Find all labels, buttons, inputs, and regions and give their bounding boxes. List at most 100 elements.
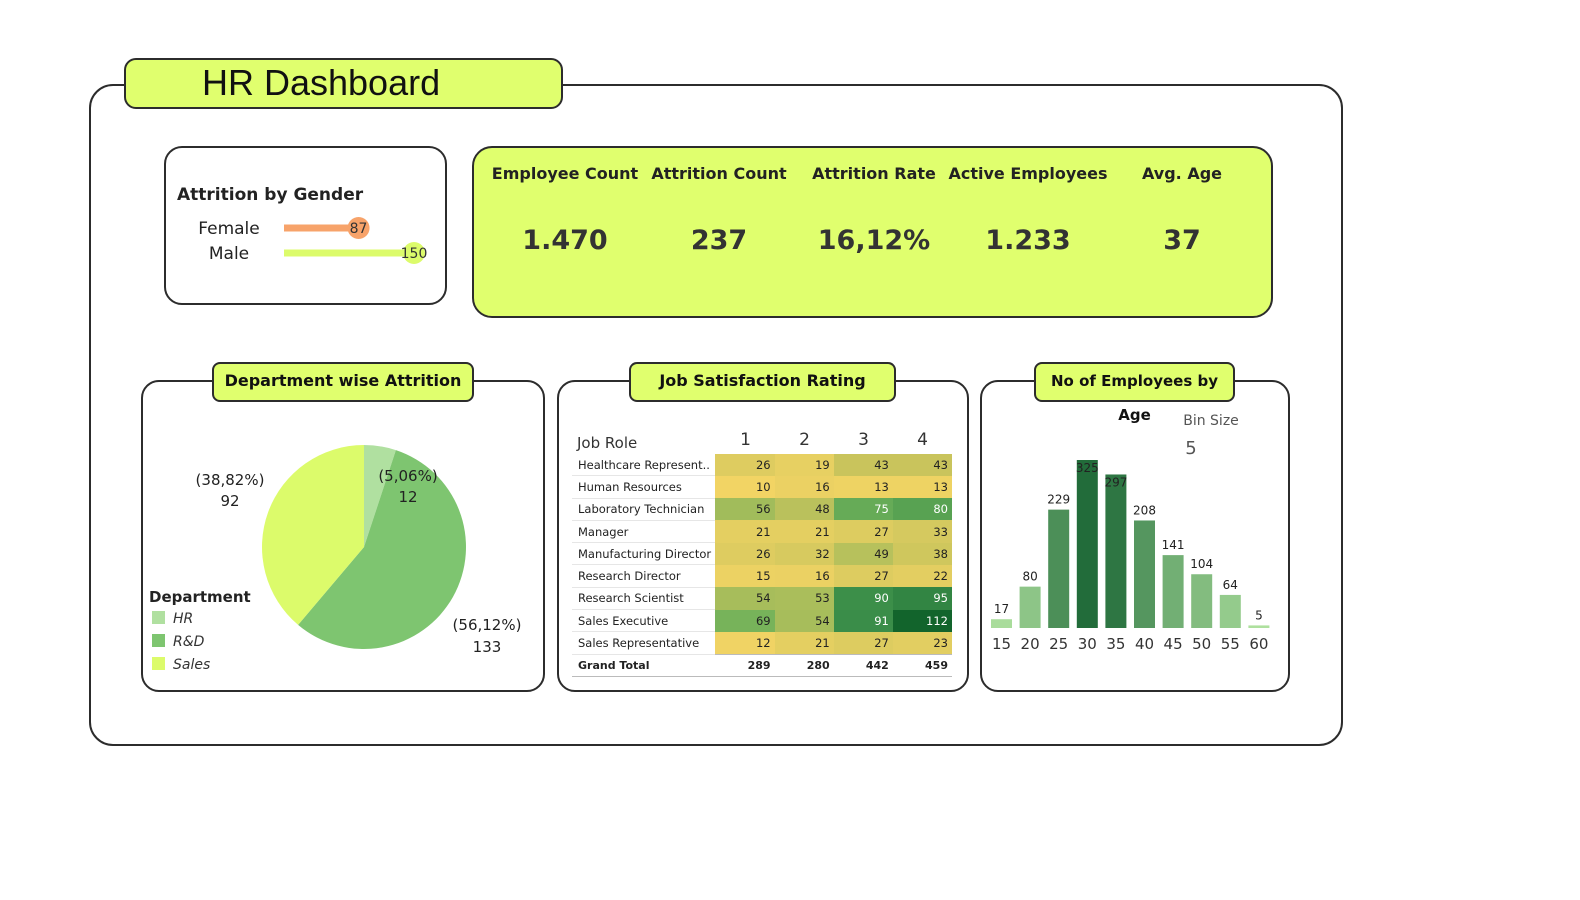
heatmap-row: Human Resources 10 16 13 13: [572, 475, 952, 499]
age-tick-label: 20: [1021, 635, 1040, 653]
heatmap-cell: 13: [833, 475, 893, 499]
grand-total-cell: 280: [774, 653, 834, 677]
gender-bar-chart: Attrition by Gender Female 87 Male 150: [177, 185, 428, 264]
kpi-attrition-rate: Attrition Rate 16,12%: [794, 164, 954, 256]
heatmap-cell: 112: [892, 609, 952, 632]
heatmap-col-header: 4: [917, 430, 928, 450]
slice-label-pct: (38,82%): [196, 471, 265, 489]
age-bar: [1076, 460, 1098, 628]
heatmap-row: Manufacturing Director 26 32 49 38: [572, 542, 952, 566]
age-bar: [1105, 474, 1127, 628]
heatmap-cell: 15: [715, 564, 775, 588]
age-tick-label: 25: [1049, 635, 1068, 653]
heatmap-row-label: Research Director: [572, 564, 716, 588]
age-tick-label: 60: [1249, 635, 1268, 653]
grand-total-cell: 459: [892, 653, 952, 677]
heatmap-row-label: Manager: [572, 520, 716, 544]
kpi-value: 37: [1163, 225, 1201, 256]
heatmap-cell: 22: [892, 564, 952, 588]
gender-label: Female: [198, 219, 259, 239]
heatmap-row-header: Job Role: [577, 434, 638, 452]
dashboard-title: HR Dashboard: [202, 62, 441, 103]
kpi-label: Employee Count: [491, 164, 639, 183]
slice-label-pct: (56,12%): [453, 616, 522, 634]
grand-total-row: Grand Total 289 280 442 459: [572, 653, 952, 677]
gender-card: Attrition by Gender Female 87 Male 150: [164, 146, 447, 305]
heatmap-cell: 54: [715, 587, 775, 610]
age-tick-label: 55: [1221, 635, 1240, 653]
kpi-label: Active Employees: [948, 164, 1108, 183]
heatmap-row: Research Scientist 54 53 90 95: [572, 587, 952, 611]
heatmap-cell: 26: [715, 542, 775, 565]
heatmap-cell: 43: [833, 454, 893, 476]
heatmap-cell: 49: [833, 542, 893, 565]
heatmap-row-label: Sales Representative: [572, 631, 716, 655]
heatmap-cell: 26: [715, 454, 775, 476]
dept-pie-chart: (38,82%) 92 (5,06%) 12 (56,12%) 133 Depa…: [149, 445, 522, 673]
kpi-avg-age: Avg. Age 37: [1102, 164, 1262, 256]
age-bar-value: 229: [1047, 493, 1070, 507]
heatmap-cell: 16: [774, 564, 834, 588]
heatmap-header: Job Role 1 2 3 4: [572, 430, 952, 454]
age-tick-label: 45: [1164, 635, 1183, 653]
bin-size-value[interactable]: 5: [1185, 438, 1196, 459]
age-tick-label: 40: [1135, 635, 1154, 653]
age-chart-title: No of Employees by Age: [1034, 362, 1235, 424]
age-bar: [1048, 509, 1070, 628]
heatmap-row-label: Manufacturing Director: [572, 542, 716, 566]
heatmap-row-label: Sales Executive: [572, 609, 716, 633]
heatmap-col-header: 2: [799, 430, 810, 450]
legend-swatch-hr: [152, 611, 165, 624]
heatmap-row-label: Healthcare Represent..: [572, 454, 716, 477]
heatmap-cell: 19: [774, 454, 834, 476]
heatmap-cell: 32: [774, 542, 834, 565]
kpi-attrition-count: Attrition Count 237: [639, 164, 799, 256]
heatmap-cell: 56: [715, 498, 775, 521]
age-bar-value: 104: [1190, 557, 1213, 571]
heatmap-cell: 80: [892, 498, 952, 521]
grand-total-cell: 289: [715, 653, 775, 677]
heatmap-table: Healthcare Represent.. 26 19 43 43 Human Reso…: [572, 454, 952, 677]
heatmap-cell: 12: [715, 631, 775, 655]
age-bar-value: 141: [1162, 538, 1185, 552]
heatmap-cell: 21: [715, 520, 775, 543]
gender-value-label: 150: [401, 246, 428, 262]
heatmap-row: Healthcare Represent.. 26 19 43 43: [572, 454, 952, 477]
slice-label-value: 133: [473, 638, 502, 656]
kpi-employee-count: Employee Count 1.470: [485, 164, 645, 256]
age-bar-value: 208: [1133, 503, 1156, 517]
age-bar-value: 297: [1104, 475, 1127, 489]
age-bar: [1019, 586, 1041, 628]
heatmap-row: Research Director 15 16 27 22: [572, 564, 952, 588]
heatmap-col-header: 1: [740, 430, 751, 450]
gender-label: Male: [209, 244, 249, 264]
heatmap-row-label: Human Resources: [572, 475, 716, 499]
heatmap-cell: 54: [774, 609, 834, 632]
age-bar-value: 325: [1076, 461, 1099, 475]
heatmap-row-label: Laboratory Technician: [572, 498, 716, 521]
kpi-value: 1.233: [985, 225, 1071, 256]
age-tick-label: 15: [992, 635, 1011, 653]
legend-label-rd: R&D: [173, 634, 205, 650]
kpi-label: Avg. Age: [1141, 164, 1223, 183]
legend-title: Department: [149, 588, 251, 606]
kpi-label: Attrition Rate: [812, 164, 936, 183]
heatmap-cell: 48: [774, 498, 834, 521]
heatmap-cell: 27: [833, 631, 893, 655]
age-tick-label: 35: [1106, 635, 1125, 653]
kpi-value: 1.470: [522, 225, 608, 256]
bin-size-label: Bin Size: [1183, 413, 1239, 429]
heatmap-cell: 43: [892, 454, 952, 476]
heatmap-cell: 33: [892, 520, 952, 543]
grand-total-label: Grand Total: [572, 653, 716, 677]
job-satisfaction-panel: Job Role 1 2 3 4 Healthcare Represent.. 2…: [557, 380, 969, 692]
heatmap-cell: 69: [715, 609, 775, 632]
heatmap-row: Manager 21 21 27 33: [572, 520, 952, 544]
heatmap-row: Sales Executive 69 54 91 112: [572, 609, 952, 633]
age-bar: [1219, 594, 1241, 628]
dept-attrition-panel: (38,82%) 92 (5,06%) 12 (56,12%) 133 Depa…: [141, 380, 545, 692]
heatmap-row-label: Research Scientist: [572, 587, 716, 611]
heatmap-cell: 10: [715, 475, 775, 499]
legend-label-sales: Sales: [173, 657, 210, 673]
dept-attrition-title: Department wise Attrition: [212, 362, 474, 402]
